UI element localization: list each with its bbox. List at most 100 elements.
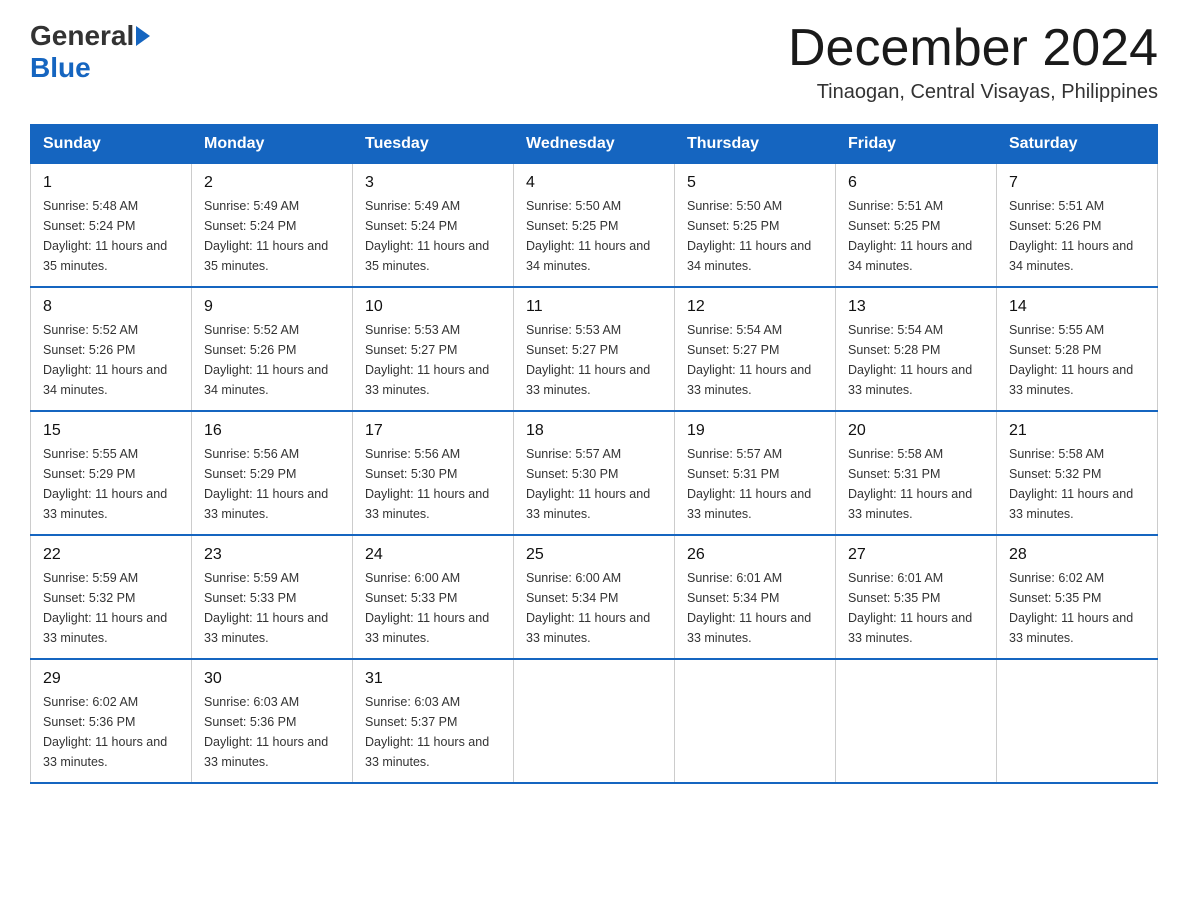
calendar-cell: 9 Sunrise: 5:52 AMSunset: 5:26 PMDayligh…	[192, 287, 353, 411]
weekday-header-wednesday: Wednesday	[514, 125, 675, 164]
day-info: Sunrise: 6:01 AMSunset: 5:35 PMDaylight:…	[848, 568, 984, 648]
logo-blue-text: Blue	[30, 52, 91, 84]
calendar-cell	[514, 659, 675, 783]
calendar-cell: 15 Sunrise: 5:55 AMSunset: 5:29 PMDaylig…	[31, 411, 192, 535]
page-header: General Blue December 2024 Tinaogan, Cen…	[30, 20, 1158, 104]
calendar-week-row: 8 Sunrise: 5:52 AMSunset: 5:26 PMDayligh…	[31, 287, 1158, 411]
day-number: 27	[848, 546, 984, 564]
logo-general-text: General	[30, 20, 134, 52]
calendar-cell: 18 Sunrise: 5:57 AMSunset: 5:30 PMDaylig…	[514, 411, 675, 535]
weekday-header-tuesday: Tuesday	[353, 125, 514, 164]
day-info: Sunrise: 5:59 AMSunset: 5:33 PMDaylight:…	[204, 568, 340, 648]
day-info: Sunrise: 6:00 AMSunset: 5:33 PMDaylight:…	[365, 568, 501, 648]
calendar-cell: 28 Sunrise: 6:02 AMSunset: 5:35 PMDaylig…	[997, 535, 1158, 659]
calendar-cell: 26 Sunrise: 6:01 AMSunset: 5:34 PMDaylig…	[675, 535, 836, 659]
day-info: Sunrise: 6:01 AMSunset: 5:34 PMDaylight:…	[687, 568, 823, 648]
day-number: 15	[43, 422, 179, 440]
calendar-cell: 12 Sunrise: 5:54 AMSunset: 5:27 PMDaylig…	[675, 287, 836, 411]
calendar-cell: 29 Sunrise: 6:02 AMSunset: 5:36 PMDaylig…	[31, 659, 192, 783]
day-number: 28	[1009, 546, 1145, 564]
day-number: 31	[365, 670, 501, 688]
calendar-cell: 10 Sunrise: 5:53 AMSunset: 5:27 PMDaylig…	[353, 287, 514, 411]
day-info: Sunrise: 6:03 AMSunset: 5:36 PMDaylight:…	[204, 692, 340, 772]
weekday-header-row: SundayMondayTuesdayWednesdayThursdayFrid…	[31, 125, 1158, 164]
day-info: Sunrise: 5:59 AMSunset: 5:32 PMDaylight:…	[43, 568, 179, 648]
day-info: Sunrise: 5:50 AMSunset: 5:25 PMDaylight:…	[526, 196, 662, 276]
day-info: Sunrise: 5:57 AMSunset: 5:30 PMDaylight:…	[526, 444, 662, 524]
calendar-cell: 2 Sunrise: 5:49 AMSunset: 5:24 PMDayligh…	[192, 164, 353, 288]
day-info: Sunrise: 5:56 AMSunset: 5:30 PMDaylight:…	[365, 444, 501, 524]
day-number: 9	[204, 298, 340, 316]
calendar-cell: 11 Sunrise: 5:53 AMSunset: 5:27 PMDaylig…	[514, 287, 675, 411]
day-number: 16	[204, 422, 340, 440]
calendar-body: 1 Sunrise: 5:48 AMSunset: 5:24 PMDayligh…	[31, 164, 1158, 784]
calendar-cell: 23 Sunrise: 5:59 AMSunset: 5:33 PMDaylig…	[192, 535, 353, 659]
calendar-cell: 13 Sunrise: 5:54 AMSunset: 5:28 PMDaylig…	[836, 287, 997, 411]
day-number: 20	[848, 422, 984, 440]
day-number: 17	[365, 422, 501, 440]
calendar-cell	[836, 659, 997, 783]
calendar-week-row: 1 Sunrise: 5:48 AMSunset: 5:24 PMDayligh…	[31, 164, 1158, 288]
logo: General Blue	[30, 20, 152, 84]
weekday-header-monday: Monday	[192, 125, 353, 164]
calendar-cell: 24 Sunrise: 6:00 AMSunset: 5:33 PMDaylig…	[353, 535, 514, 659]
day-info: Sunrise: 5:49 AMSunset: 5:24 PMDaylight:…	[365, 196, 501, 276]
calendar-cell: 31 Sunrise: 6:03 AMSunset: 5:37 PMDaylig…	[353, 659, 514, 783]
day-number: 24	[365, 546, 501, 564]
day-info: Sunrise: 5:52 AMSunset: 5:26 PMDaylight:…	[43, 320, 179, 400]
day-info: Sunrise: 5:49 AMSunset: 5:24 PMDaylight:…	[204, 196, 340, 276]
calendar-cell	[675, 659, 836, 783]
day-number: 12	[687, 298, 823, 316]
calendar-cell: 27 Sunrise: 6:01 AMSunset: 5:35 PMDaylig…	[836, 535, 997, 659]
calendar-cell: 1 Sunrise: 5:48 AMSunset: 5:24 PMDayligh…	[31, 164, 192, 288]
day-number: 3	[365, 174, 501, 192]
day-number: 7	[1009, 174, 1145, 192]
day-info: Sunrise: 5:57 AMSunset: 5:31 PMDaylight:…	[687, 444, 823, 524]
day-info: Sunrise: 5:56 AMSunset: 5:29 PMDaylight:…	[204, 444, 340, 524]
calendar-cell	[997, 659, 1158, 783]
day-number: 22	[43, 546, 179, 564]
weekday-header-saturday: Saturday	[997, 125, 1158, 164]
day-info: Sunrise: 5:51 AMSunset: 5:26 PMDaylight:…	[1009, 196, 1145, 276]
day-number: 18	[526, 422, 662, 440]
calendar-cell: 14 Sunrise: 5:55 AMSunset: 5:28 PMDaylig…	[997, 287, 1158, 411]
day-number: 21	[1009, 422, 1145, 440]
location-title: Tinaogan, Central Visayas, Philippines	[788, 81, 1158, 104]
day-info: Sunrise: 5:54 AMSunset: 5:28 PMDaylight:…	[848, 320, 984, 400]
day-number: 14	[1009, 298, 1145, 316]
calendar-cell: 4 Sunrise: 5:50 AMSunset: 5:25 PMDayligh…	[514, 164, 675, 288]
day-number: 2	[204, 174, 340, 192]
day-info: Sunrise: 5:50 AMSunset: 5:25 PMDaylight:…	[687, 196, 823, 276]
day-number: 6	[848, 174, 984, 192]
calendar-header: SundayMondayTuesdayWednesdayThursdayFrid…	[31, 125, 1158, 164]
day-info: Sunrise: 6:00 AMSunset: 5:34 PMDaylight:…	[526, 568, 662, 648]
calendar-cell: 30 Sunrise: 6:03 AMSunset: 5:36 PMDaylig…	[192, 659, 353, 783]
calendar-cell: 17 Sunrise: 5:56 AMSunset: 5:30 PMDaylig…	[353, 411, 514, 535]
day-number: 29	[43, 670, 179, 688]
day-info: Sunrise: 5:55 AMSunset: 5:29 PMDaylight:…	[43, 444, 179, 524]
day-number: 30	[204, 670, 340, 688]
calendar-week-row: 29 Sunrise: 6:02 AMSunset: 5:36 PMDaylig…	[31, 659, 1158, 783]
calendar-cell: 16 Sunrise: 5:56 AMSunset: 5:29 PMDaylig…	[192, 411, 353, 535]
weekday-header-sunday: Sunday	[31, 125, 192, 164]
calendar-cell: 25 Sunrise: 6:00 AMSunset: 5:34 PMDaylig…	[514, 535, 675, 659]
calendar-cell: 7 Sunrise: 5:51 AMSunset: 5:26 PMDayligh…	[997, 164, 1158, 288]
day-info: Sunrise: 5:48 AMSunset: 5:24 PMDaylight:…	[43, 196, 179, 276]
calendar-cell: 19 Sunrise: 5:57 AMSunset: 5:31 PMDaylig…	[675, 411, 836, 535]
calendar-cell: 3 Sunrise: 5:49 AMSunset: 5:24 PMDayligh…	[353, 164, 514, 288]
day-number: 23	[204, 546, 340, 564]
day-info: Sunrise: 5:51 AMSunset: 5:25 PMDaylight:…	[848, 196, 984, 276]
day-info: Sunrise: 5:58 AMSunset: 5:31 PMDaylight:…	[848, 444, 984, 524]
calendar-cell: 5 Sunrise: 5:50 AMSunset: 5:25 PMDayligh…	[675, 164, 836, 288]
day-number: 25	[526, 546, 662, 564]
calendar-cell: 8 Sunrise: 5:52 AMSunset: 5:26 PMDayligh…	[31, 287, 192, 411]
day-number: 4	[526, 174, 662, 192]
calendar-cell: 21 Sunrise: 5:58 AMSunset: 5:32 PMDaylig…	[997, 411, 1158, 535]
calendar-table: SundayMondayTuesdayWednesdayThursdayFrid…	[30, 124, 1158, 784]
logo-arrow-icon	[136, 26, 150, 46]
day-number: 5	[687, 174, 823, 192]
day-number: 1	[43, 174, 179, 192]
day-info: Sunrise: 5:53 AMSunset: 5:27 PMDaylight:…	[526, 320, 662, 400]
calendar-cell: 20 Sunrise: 5:58 AMSunset: 5:31 PMDaylig…	[836, 411, 997, 535]
weekday-header-thursday: Thursday	[675, 125, 836, 164]
